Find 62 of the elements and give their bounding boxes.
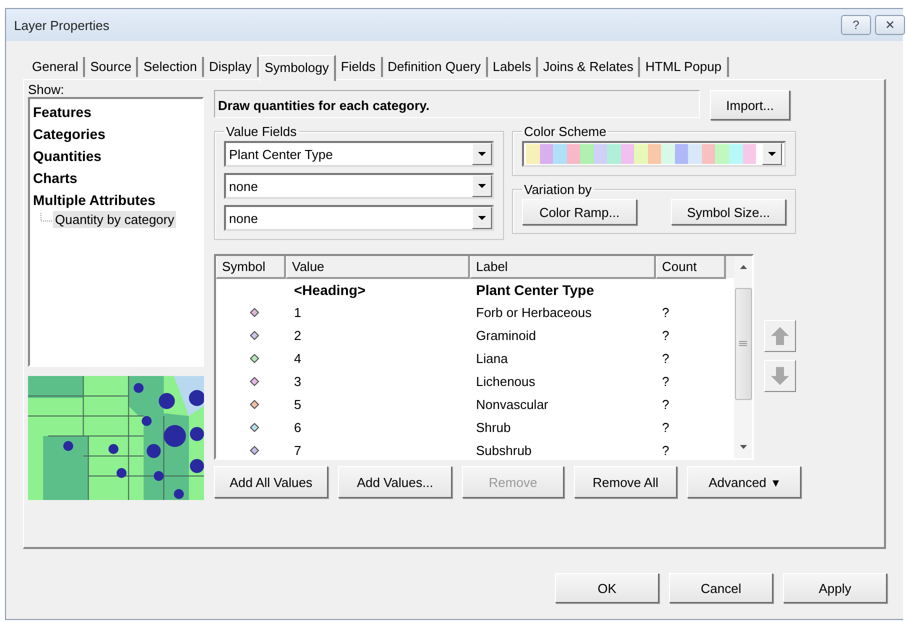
variation-button[interactable]: Color Ramp... bbox=[522, 199, 637, 225]
column-header[interactable]: Label bbox=[470, 256, 656, 279]
group-label: Color Scheme bbox=[523, 124, 608, 139]
scrollbar[interactable] bbox=[734, 256, 752, 458]
arrow-down-icon bbox=[770, 365, 790, 387]
list-button[interactable]: Add Values... bbox=[338, 466, 452, 498]
table-cell-text: Lichenous bbox=[475, 374, 536, 389]
move-down-button[interactable] bbox=[764, 360, 796, 392]
table-cell-text: Forb or Herbaceous bbox=[475, 305, 593, 320]
dialog-button[interactable]: Apply bbox=[783, 573, 887, 603]
dialog-button[interactable]: Cancel bbox=[669, 573, 773, 603]
table-cell-text: <Heading> bbox=[293, 282, 367, 298]
table-cell-text: ? bbox=[661, 420, 670, 435]
table-cell-text: Shrub bbox=[475, 420, 512, 435]
table-cell-text: 4 bbox=[293, 351, 302, 366]
variation-button[interactable]: Symbol Size... bbox=[671, 199, 786, 225]
arrow-up-icon bbox=[770, 325, 790, 347]
list-button[interactable]: Remove All bbox=[574, 466, 677, 498]
table-cell-text: 2 bbox=[293, 328, 302, 343]
grip-icon bbox=[739, 341, 747, 347]
table-cell-text: Nonvascular bbox=[475, 397, 550, 412]
list-button[interactable]: Advanced ▾ bbox=[687, 466, 801, 498]
help-button[interactable]: ? bbox=[841, 15, 871, 35]
close-button[interactable]: ✕ bbox=[875, 15, 905, 35]
table-cell-text: 5 bbox=[293, 397, 302, 412]
show-label: Show: bbox=[28, 82, 66, 97]
table-cell-text: 6 bbox=[293, 420, 302, 435]
table-cell-text: 1 bbox=[293, 305, 302, 320]
import-button[interactable]: Import... bbox=[710, 90, 790, 120]
dropdown[interactable]: Plant Center Type bbox=[224, 141, 494, 167]
group-label: Variation by bbox=[523, 182, 593, 197]
description-text: Draw quantities for each category. bbox=[214, 90, 700, 118]
table-cell-text: 7 bbox=[293, 443, 302, 458]
move-up-button[interactable] bbox=[764, 320, 796, 352]
table-cell-text: ? bbox=[661, 443, 670, 458]
group-label: Value Fields bbox=[225, 124, 298, 139]
table-cell-text: ? bbox=[661, 328, 670, 343]
table-cell-text: Graminoid bbox=[475, 328, 537, 343]
dropdown[interactable]: none bbox=[224, 173, 494, 199]
column-header[interactable]: Symbol bbox=[216, 256, 286, 279]
table-cell-text: 3 bbox=[293, 374, 302, 389]
table-cell-text: Liana bbox=[475, 351, 509, 366]
show-item[interactable]: Multiple Attributes bbox=[33, 189, 199, 211]
table-cell-text: Plant Center Type bbox=[475, 282, 595, 298]
table-cell-text: ? bbox=[661, 305, 670, 320]
table-cell-text: ? bbox=[661, 397, 670, 412]
column-header[interactable]: Value bbox=[286, 256, 470, 279]
color-scheme-dropdown[interactable] bbox=[522, 141, 786, 167]
table-cell-text: ? bbox=[661, 374, 670, 389]
show-item[interactable]: Quantity by category bbox=[53, 211, 176, 228]
table-cell-text: ? bbox=[661, 351, 670, 366]
dropdown[interactable]: none bbox=[224, 205, 494, 231]
window-title: Layer Properties bbox=[14, 18, 110, 32]
table-cell-text: Subshrub bbox=[475, 443, 533, 458]
show-item[interactable]: Quantities bbox=[33, 145, 199, 167]
tab[interactable]: Symbology bbox=[258, 55, 336, 81]
show-item[interactable]: Features bbox=[33, 101, 199, 123]
list-button[interactable]: Add All Values bbox=[214, 466, 328, 498]
show-item[interactable]: Categories bbox=[33, 123, 199, 145]
column-header[interactable]: Count bbox=[656, 256, 726, 279]
show-item[interactable]: Charts bbox=[33, 167, 199, 189]
dialog-button[interactable]: OK bbox=[555, 573, 659, 603]
